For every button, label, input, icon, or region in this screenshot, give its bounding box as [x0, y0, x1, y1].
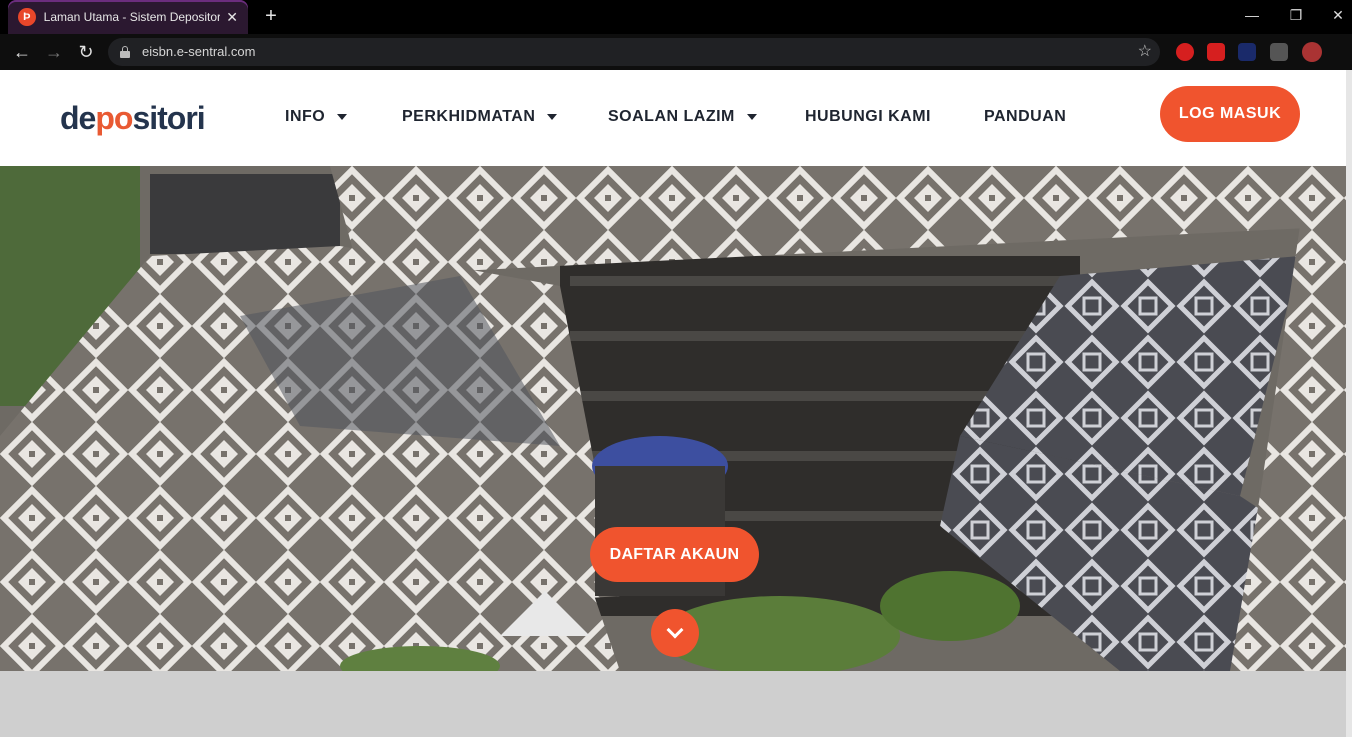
logo-post: sitori — [132, 100, 205, 136]
profile-avatar[interactable] — [1302, 42, 1322, 62]
nav-perkhidmatan[interactable]: PERKHIDMATAN — [402, 108, 558, 126]
browser-tab[interactable]: Þ Laman Utama - Sistem Depositori ✕ — [8, 0, 248, 34]
hero-banner — [0, 166, 1346, 671]
back-button[interactable]: ← — [10, 40, 34, 64]
nav-info-label: INFO — [285, 108, 326, 125]
forward-button[interactable]: → — [42, 40, 66, 64]
site-favicon-icon: Þ — [18, 8, 36, 26]
page-content-area — [0, 671, 1346, 737]
close-window-button[interactable]: ✕ — [1318, 0, 1352, 30]
page-scrollbar[interactable] — [1346, 70, 1352, 737]
address-bar[interactable]: eisbn.e-sentral.com ☆ — [108, 38, 1160, 66]
nav-perkhidmatan-label: PERKHIDMATAN — [402, 108, 536, 125]
minimize-button[interactable]: — — [1232, 0, 1272, 30]
lock-icon — [120, 46, 130, 58]
nav-panduan-label: PANDUAN — [984, 108, 1067, 125]
login-button[interactable]: LOG MASUK — [1160, 86, 1300, 142]
url-text: eisbn.e-sentral.com — [142, 44, 256, 59]
new-tab-button[interactable]: + — [260, 4, 282, 28]
video-icon[interactable] — [1207, 43, 1225, 61]
depositori-logo[interactable]: depositori — [60, 100, 206, 137]
nav-hubungi-kami-label: HUBUNGI KAMI — [805, 108, 931, 125]
tab-close-icon[interactable]: ✕ — [226, 9, 238, 26]
browser-titlebar: Þ Laman Utama - Sistem Depositori ✕ + — … — [0, 0, 1352, 34]
browser-toolbar: ← → ↻ eisbn.e-sentral.com ☆ — [0, 34, 1352, 70]
bookmark-star-icon[interactable]: ☆ — [1138, 41, 1152, 61]
nav-panduan[interactable]: PANDUAN — [984, 108, 1066, 126]
reload-button[interactable]: ↻ — [74, 40, 98, 64]
site-header: depositori INFO PERKHIDMATAN SOALAN LAZI… — [0, 70, 1352, 166]
nav-soalan-lazim-label: SOALAN LAZIM — [608, 108, 735, 125]
caret-down-icon — [337, 114, 348, 120]
nav-soalan-lazim[interactable]: SOALAN LAZIM — [608, 108, 757, 126]
logo-pre: de — [60, 100, 96, 136]
tab-title: Laman Utama - Sistem Depositori — [43, 10, 221, 24]
register-account-button[interactable]: DAFTAR AKAUN — [590, 527, 759, 582]
nav-hubungi-kami[interactable]: HUBUNGI KAMI — [805, 108, 931, 126]
caret-down-icon — [547, 114, 558, 120]
chevron-down-icon — [666, 621, 684, 639]
scroll-down-button[interactable] — [651, 609, 699, 657]
puzzle-icon[interactable] — [1270, 43, 1288, 61]
building-hero-image — [0, 166, 1346, 671]
search-ext-icon[interactable] — [1238, 43, 1256, 61]
restore-button[interactable]: ❐ — [1276, 0, 1316, 30]
adblock-icon[interactable] — [1176, 43, 1194, 61]
nav-info[interactable]: INFO — [285, 108, 348, 126]
logo-accent: po — [95, 100, 133, 136]
caret-down-icon — [746, 114, 757, 120]
